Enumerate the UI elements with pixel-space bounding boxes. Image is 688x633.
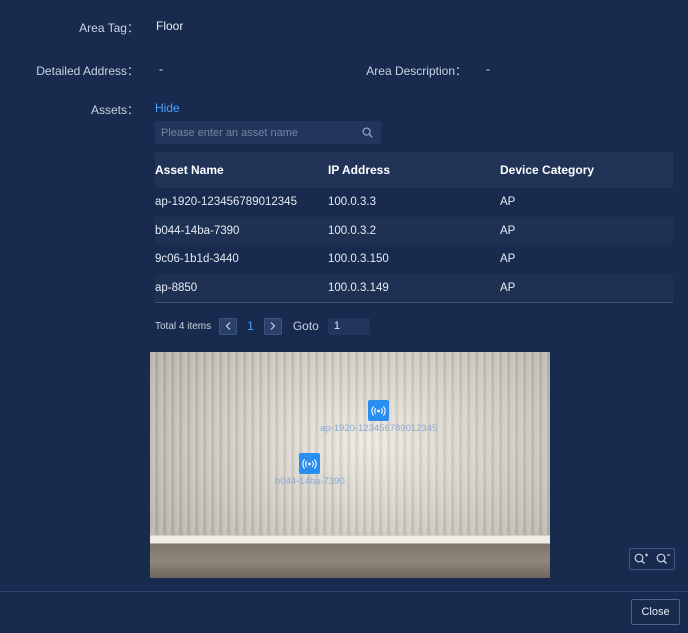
cell-ip-address: 100.0.3.150 xyxy=(328,253,389,266)
area-tag-label: Area Tag： xyxy=(79,21,139,35)
footer-divider xyxy=(0,591,688,592)
floor-map[interactable]: ap-1920-123456789012345 b044-14ba-7390 xyxy=(150,352,550,578)
map-skirting xyxy=(150,535,550,544)
detailed-address-label: Detailed Address： xyxy=(36,64,139,78)
goto-page-input[interactable] xyxy=(327,317,370,335)
cell-device-category: AP xyxy=(500,196,516,209)
table-divider xyxy=(155,302,673,303)
cell-asset-name: b044-14ba-7390 xyxy=(155,224,240,237)
zoom-out-icon[interactable] xyxy=(656,553,671,566)
chevron-left-icon xyxy=(225,322,231,330)
zoom-controls xyxy=(629,548,675,570)
search-icon[interactable] xyxy=(362,127,373,138)
cell-asset-name: ap-1920-123456789012345 xyxy=(155,196,297,209)
chevron-right-icon xyxy=(270,322,276,330)
column-header-device-category[interactable]: Device Category xyxy=(500,163,673,177)
pagination: Total 4 items 1 Goto xyxy=(155,317,370,335)
prev-page-button[interactable] xyxy=(219,317,238,335)
map-marker[interactable]: ap-1920-123456789012345 xyxy=(320,400,437,434)
column-header-ip-address[interactable]: IP Address xyxy=(328,163,500,177)
asset-search-box xyxy=(155,121,381,144)
wifi-ap-icon xyxy=(368,400,390,421)
table-row[interactable]: ap-8850 100.0.3.149 AP xyxy=(155,273,673,302)
cell-ip-address: 100.0.3.2 xyxy=(328,224,376,237)
cell-device-category: AP xyxy=(500,281,516,294)
goto-label: Goto xyxy=(292,319,319,333)
column-header-asset-name[interactable]: Asset Name xyxy=(155,163,328,177)
assets-label: Assets： xyxy=(90,103,139,117)
table-row[interactable]: 9c06-1b1d-3440 100.0.3.150 AP xyxy=(155,245,673,274)
table-row[interactable]: b044-14ba-7390 100.0.3.2 AP xyxy=(155,216,673,245)
next-page-button[interactable] xyxy=(263,317,282,335)
area-tag-value: Floor xyxy=(156,19,184,33)
cell-ip-address: 100.0.3.149 xyxy=(328,281,389,294)
map-marker[interactable]: b044-14ba-7390 xyxy=(275,453,345,487)
marker-label: ap-1920-123456789012345 xyxy=(320,423,438,434)
map-ground xyxy=(150,544,550,578)
area-description-value: - xyxy=(486,62,490,76)
cell-device-category: AP xyxy=(500,253,516,266)
area-description-label: Area Description： xyxy=(366,64,467,78)
wifi-ap-icon xyxy=(299,453,321,474)
assets-table: Asset Name IP Address Device Category ap… xyxy=(155,152,673,303)
table-header: Asset Name IP Address Device Category xyxy=(155,152,673,188)
cell-ip-address: 100.0.3.3 xyxy=(328,196,376,209)
cell-asset-name: ap-8850 xyxy=(155,281,198,294)
current-page[interactable]: 1 xyxy=(247,319,254,333)
total-items: Total 4 items xyxy=(155,320,212,332)
cell-device-category: AP xyxy=(500,224,516,237)
hide-assets-link[interactable]: Hide xyxy=(155,101,180,115)
asset-search-input[interactable] xyxy=(161,126,351,139)
cell-asset-name: 9c06-1b1d-3440 xyxy=(155,253,239,266)
marker-label: b044-14ba-7390 xyxy=(275,476,345,487)
table-row[interactable]: ap-1920-123456789012345 100.0.3.3 AP xyxy=(155,188,673,217)
close-button[interactable]: Close xyxy=(631,599,680,625)
detailed-address-value: - xyxy=(159,62,163,76)
zoom-in-icon[interactable] xyxy=(634,553,649,566)
